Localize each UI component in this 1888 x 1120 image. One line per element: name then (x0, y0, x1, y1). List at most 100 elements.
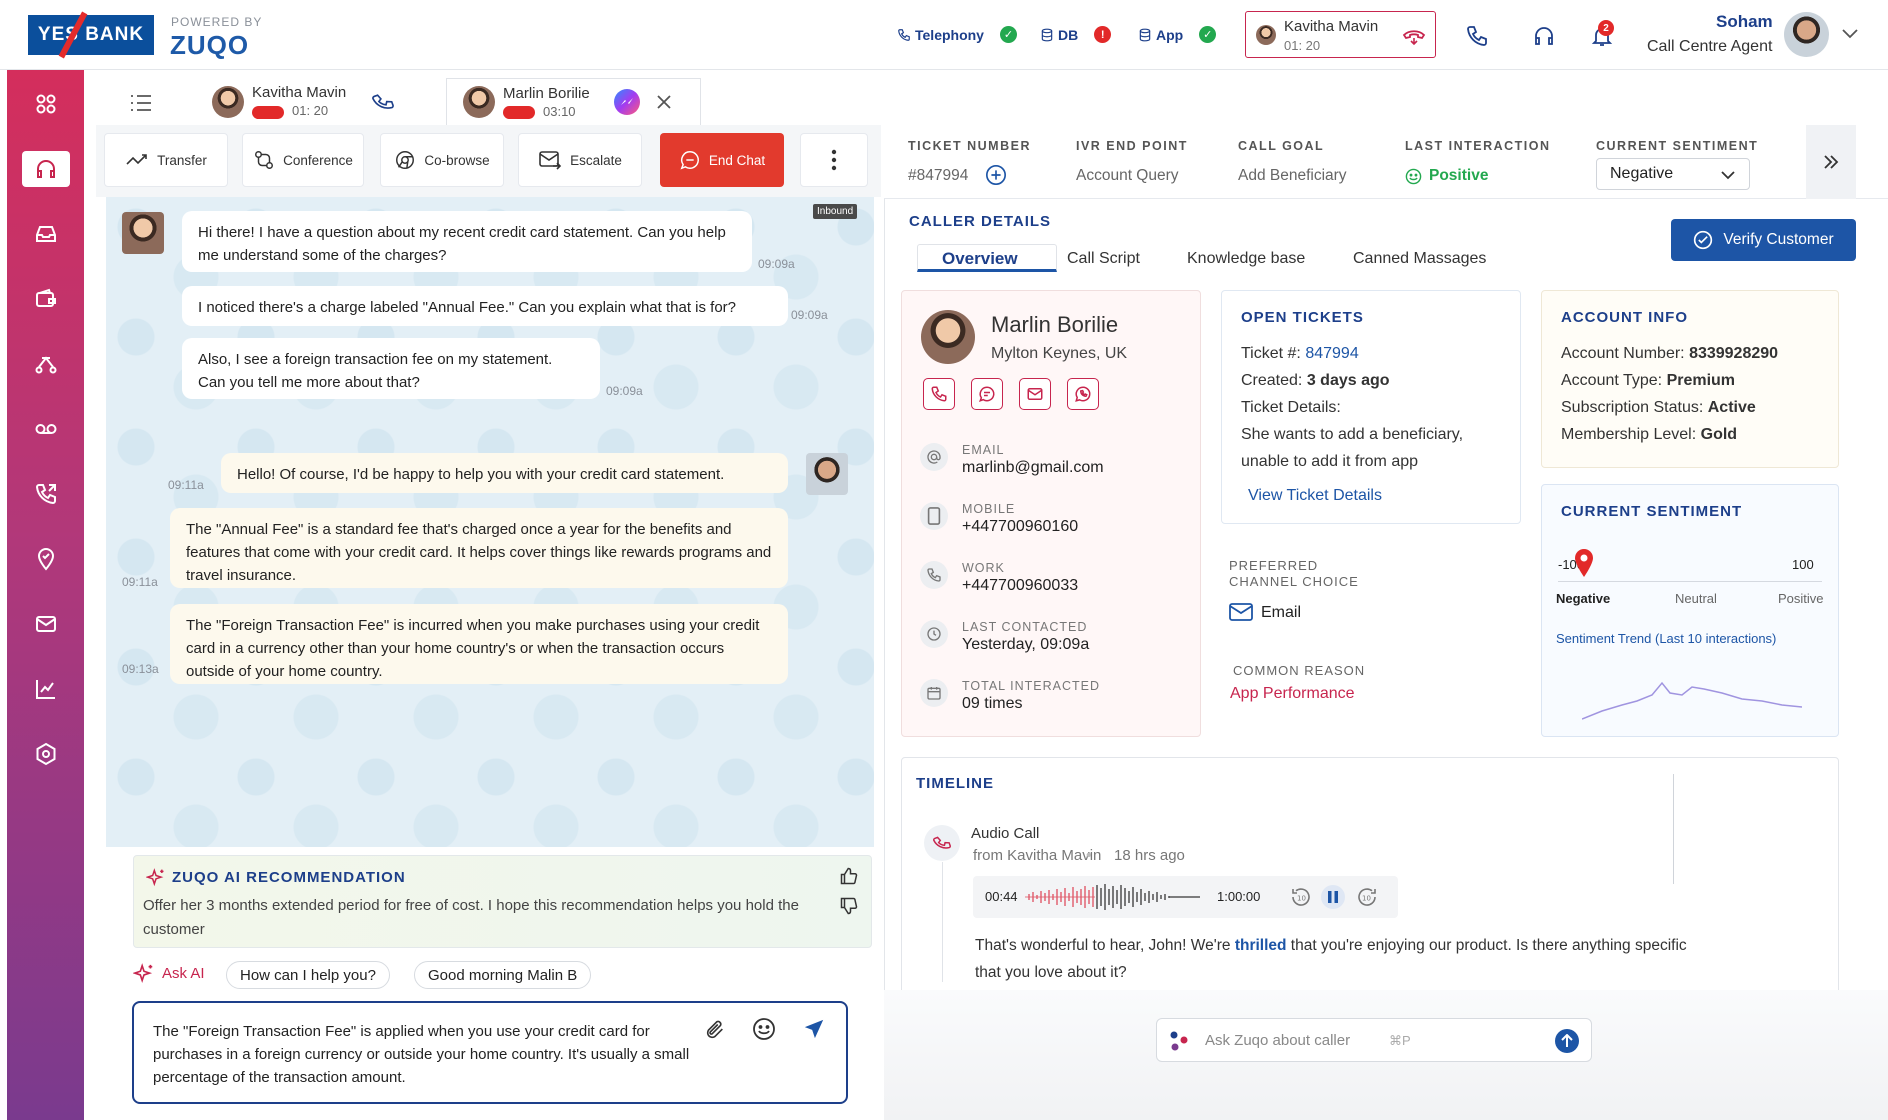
ask-zuqo-bar[interactable]: Ask Zuqo about caller ⌘P (1156, 1018, 1592, 1062)
call-contact-button[interactable] (923, 378, 955, 410)
message-contact-button[interactable] (971, 378, 1003, 410)
end-chat-button[interactable]: End Chat (660, 133, 784, 187)
notification-badge: 2 (1598, 20, 1614, 36)
thumbs-down-icon[interactable] (840, 897, 858, 915)
active-call-card[interactable]: Kavitha Mavin 01: 20 (1245, 11, 1436, 58)
status-db[interactable]: DB ! (1040, 26, 1112, 43)
expand-panel-button[interactable] (1806, 125, 1856, 199)
call-forward-icon[interactable] (22, 476, 70, 512)
thumbs-up-icon[interactable] (840, 867, 858, 885)
chat-message: I noticed there's a charge labeled "Annu… (182, 286, 788, 326)
submit-arrow-icon[interactable] (1555, 1029, 1579, 1053)
paperclip-icon[interactable] (704, 1017, 726, 1043)
audio-current-time: 00:44 (985, 889, 1018, 904)
whatsapp-icon (1074, 385, 1092, 403)
emoji-icon[interactable] (752, 1017, 776, 1041)
ai-title: ZUQO AI RECOMMENDATION (172, 869, 406, 886)
suggestion-chip[interactable]: How can I help you? (226, 961, 390, 989)
forward-10-icon[interactable]: 10 (1355, 885, 1379, 909)
work-label: WORK (962, 561, 1005, 575)
last-interaction-label: LAST INTERACTION (1405, 139, 1551, 153)
transfer-button[interactable]: Transfer (104, 133, 228, 187)
settings-icon[interactable] (22, 736, 70, 772)
voicemail-icon[interactable] (22, 411, 70, 447)
chevron-down-icon[interactable] (1840, 24, 1860, 44)
cobrowse-button[interactable]: Co-browse (380, 133, 504, 187)
ticket-id-link[interactable]: 847994 (1305, 345, 1358, 362)
tab-marlin-borilie[interactable]: Marlin Borilie 03:10 (446, 78, 701, 125)
double-chevron-right-icon (1823, 155, 1839, 169)
mobile-value[interactable]: +447700960160 (962, 518, 1078, 536)
message-composer[interactable]: The "Foreign Transaction Fee" is applied… (132, 1001, 848, 1104)
suggestion-chip[interactable]: Good morning Malin B (414, 961, 592, 989)
status-app-label: App (1156, 26, 1184, 43)
message-time: 09:09a (791, 308, 828, 322)
user-avatar[interactable] (1784, 12, 1829, 57)
tab-kavitha-mavin[interactable]: Kavitha Mavin 01: 20 (212, 78, 427, 125)
compose-text[interactable]: The "Foreign Transaction Fee" is applied… (153, 1020, 703, 1089)
wallet-icon[interactable] (22, 281, 70, 317)
ticket-created-label: Created: (1241, 372, 1303, 389)
membership-value: Gold (1700, 426, 1738, 443)
badge-icon[interactable] (22, 541, 70, 577)
more-options-button[interactable] (800, 133, 868, 187)
tab-name: Marlin Borilie (503, 84, 590, 102)
yes-bank-logo: YES BANK (28, 15, 154, 55)
escalate-button[interactable]: Escalate (518, 133, 642, 187)
tab-knowledge-base[interactable]: Knowledge base (1187, 250, 1305, 268)
account-info-card: ACCOUNT INFO Account Number: 8339928290 … (1541, 290, 1839, 468)
recording-pill (252, 105, 284, 119)
close-icon[interactable] (656, 94, 672, 110)
sentiment-max: 100 (1792, 557, 1814, 572)
timeline-line (942, 862, 943, 982)
total-interacted-row: TOTAL INTERACTED 09 times (920, 679, 1100, 713)
chat-message: Hi there! I have a question about my rec… (182, 211, 752, 272)
tab-canned-messages[interactable]: Canned Massages (1353, 250, 1486, 268)
sentiment-track (1558, 581, 1822, 582)
verify-customer-button[interactable]: Verify Customer (1671, 219, 1856, 261)
active-call-timer: 01: 20 (1284, 38, 1321, 53)
tab-name: Kavitha Mavin (252, 84, 347, 102)
conference-button[interactable]: Conference (242, 133, 364, 187)
flow-icon[interactable] (22, 346, 70, 382)
inbox-icon[interactable] (22, 216, 70, 252)
contact-actions (923, 378, 1099, 410)
chevron-down-icon (1721, 171, 1735, 180)
whatsapp-contact-button[interactable] (1067, 378, 1099, 410)
active-call-name: Kavitha Mavin (1284, 18, 1379, 35)
add-circle-icon[interactable] (985, 164, 1007, 186)
pause-icon[interactable] (1321, 885, 1345, 909)
timeline-scrollbar[interactable] (1673, 774, 1674, 884)
tab-call-script[interactable]: Call Script (1067, 250, 1140, 268)
analytics-icon[interactable] (22, 671, 70, 707)
common-reason-label: COMMON REASON (1233, 663, 1366, 678)
apps-grid-icon[interactable] (22, 86, 70, 122)
hangup-icon[interactable] (1402, 26, 1426, 46)
sentiment-trend-label[interactable]: Sentiment Trend (Last 10 interactions) (1556, 631, 1776, 646)
status-telephony[interactable]: Telephony ✓ (897, 26, 1017, 43)
open-tickets-title: OPEN TICKETS (1241, 309, 1364, 326)
call-goal-label: CALL GOAL (1238, 139, 1325, 153)
rewind-10-icon[interactable]: 10 (1289, 885, 1313, 909)
status-app[interactable]: App ✓ (1138, 26, 1217, 43)
work-value[interactable]: +447700960033 (962, 577, 1078, 595)
phone-icon (930, 385, 948, 403)
ask-ai-label[interactable]: Ask AI (162, 965, 205, 982)
list-icon[interactable] (130, 92, 152, 114)
headset-icon[interactable] (1530, 22, 1558, 50)
audio-waveform[interactable] (1025, 882, 1200, 912)
tab-overview[interactable]: Overview (942, 249, 1018, 269)
channel-choice-label: CHANNEL CHOICE (1229, 574, 1359, 589)
view-ticket-details-link[interactable]: View Ticket Details (1248, 487, 1382, 505)
sparkle-icon (146, 868, 166, 888)
membership-label: Membership Level: (1561, 426, 1697, 443)
phone-icon (920, 561, 948, 589)
headset-icon[interactable] (22, 151, 70, 187)
send-icon[interactable] (802, 1018, 826, 1040)
mail-icon[interactable] (22, 606, 70, 642)
check-icon: ✓ (1199, 26, 1217, 43)
email-contact-button[interactable] (1019, 378, 1051, 410)
phone-icon[interactable] (1463, 22, 1491, 50)
email-value[interactable]: marlinb@gmail.com (962, 459, 1104, 477)
sentiment-select[interactable]: Negative (1596, 158, 1750, 190)
